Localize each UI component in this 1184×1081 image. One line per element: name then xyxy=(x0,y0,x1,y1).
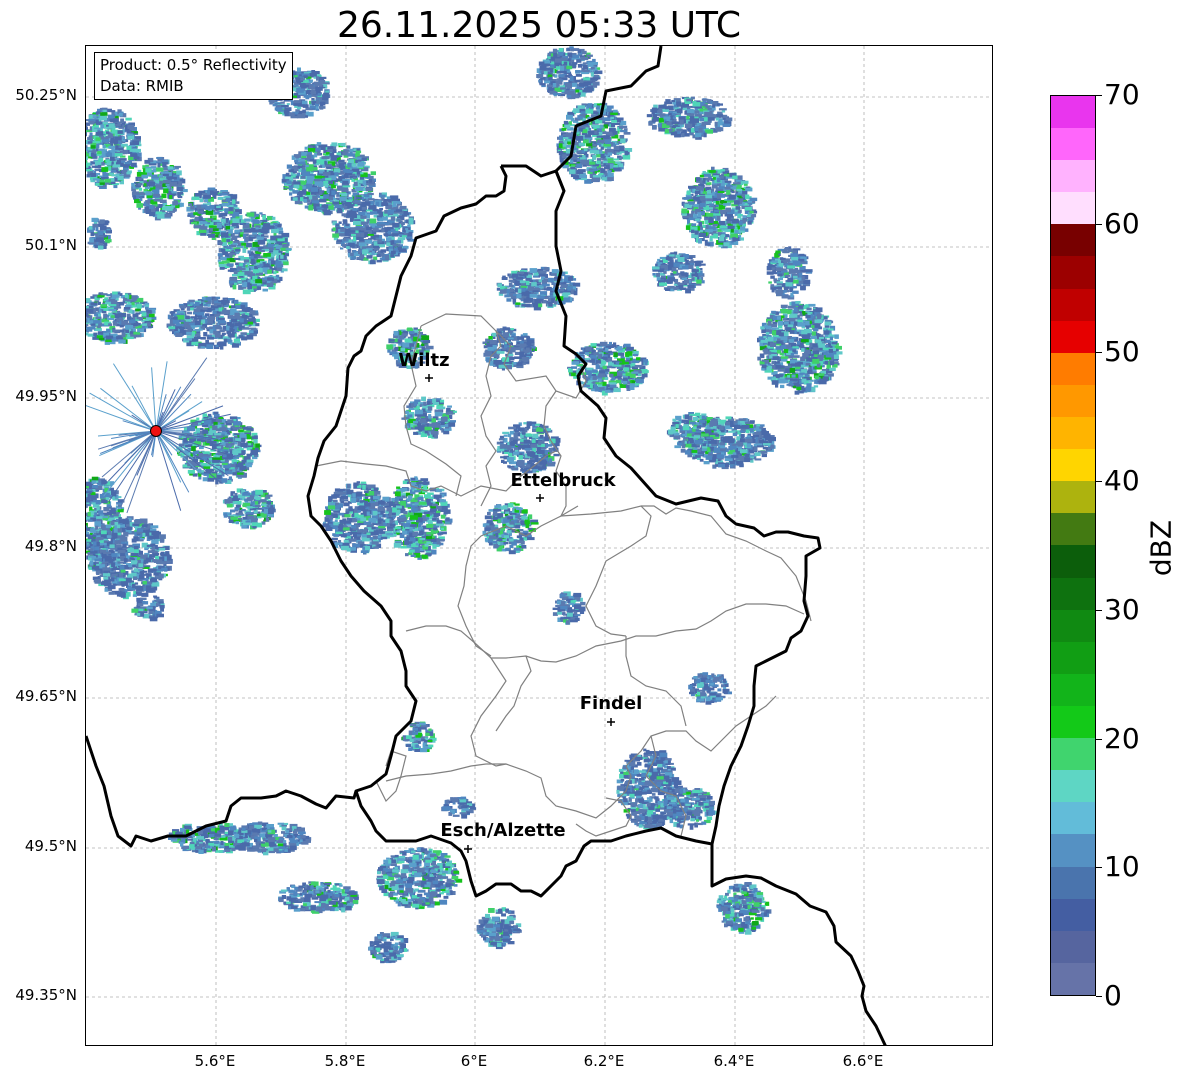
city-label-esch-alzette: Esch/Alzette xyxy=(440,820,566,841)
lat-label: 50.25°N xyxy=(15,86,77,104)
lon-label: 5.6°E xyxy=(194,1052,236,1070)
colorbar-segment xyxy=(1051,224,1095,257)
colorbar-segment xyxy=(1051,128,1095,161)
colorbar-segment xyxy=(1051,898,1095,931)
colorbar-tick: 20 xyxy=(1104,722,1140,755)
colorbar-segment xyxy=(1051,577,1095,610)
lat-label: 49.65°N xyxy=(15,687,77,705)
lon-label: 6°E xyxy=(460,1052,488,1070)
colorbar-segment xyxy=(1051,256,1095,289)
colorbar-tick: 60 xyxy=(1104,207,1140,240)
colorbar-segment xyxy=(1051,384,1095,418)
colorbar-tick: 30 xyxy=(1104,593,1140,626)
colorbar-tick: 50 xyxy=(1104,335,1140,368)
radar-map xyxy=(85,45,993,1046)
city-label-ettelbruck: Ettelbruck xyxy=(510,470,616,491)
colorbar-segment xyxy=(1051,770,1095,803)
radar-site-marker xyxy=(150,425,162,437)
colorbar-segment xyxy=(1051,641,1095,674)
colorbar-segment xyxy=(1051,706,1095,739)
colorbar-segment xyxy=(1051,513,1095,546)
lat-label: 49.5°N xyxy=(24,837,77,855)
colorbar-tick: 70 xyxy=(1104,78,1140,111)
colorbar-segment xyxy=(1051,866,1095,899)
colorbar-segment xyxy=(1051,192,1095,225)
colorbar-segment xyxy=(1051,95,1095,129)
colorbar-segment xyxy=(1051,320,1095,353)
city-label-wiltz: Wiltz xyxy=(398,350,450,371)
map-title: 26.11.2025 05:33 UTC xyxy=(336,5,742,46)
colorbar-segment xyxy=(1051,738,1095,771)
colorbar-segment xyxy=(1051,481,1095,514)
lon-label: 5.8°E xyxy=(324,1052,366,1070)
product-text: Product: 0.5° Reflectivity xyxy=(100,56,287,74)
colorbar-tick: 40 xyxy=(1104,464,1140,497)
colorbar-segment xyxy=(1051,288,1095,321)
colorbar xyxy=(1050,95,1096,996)
colorbar-segment xyxy=(1051,417,1095,450)
lon-label: 6.2°E xyxy=(583,1052,625,1070)
lat-label: 49.35°N xyxy=(15,986,77,1004)
colorbar-segment xyxy=(1051,962,1095,995)
colorbar-segment xyxy=(1051,673,1095,707)
colorbar-segment xyxy=(1051,352,1095,385)
lon-label: 6.6°E xyxy=(842,1052,884,1070)
product-info-box: Product: 0.5° Reflectivity Data: RMIB xyxy=(94,52,293,100)
colorbar-segment xyxy=(1051,834,1095,867)
colorbar-segment xyxy=(1051,449,1095,482)
colorbar-segment xyxy=(1051,545,1095,578)
colorbar-segment xyxy=(1051,802,1095,835)
colorbar-segment xyxy=(1051,160,1095,193)
colorbar-tick: 10 xyxy=(1104,850,1140,883)
colorbar-tick: 0 xyxy=(1104,979,1122,1012)
lat-label: 49.8°N xyxy=(24,537,77,555)
colorbar-segment xyxy=(1051,930,1095,963)
data-source-text: Data: RMIB xyxy=(100,77,184,95)
radar-map-canvas xyxy=(86,46,992,1045)
colorbar-label: dBZ xyxy=(1144,519,1178,577)
lat-label: 49.95°N xyxy=(15,387,77,405)
lat-label: 50.1°N xyxy=(24,236,77,254)
colorbar-segment xyxy=(1051,609,1095,642)
city-label-findel: Findel xyxy=(579,693,643,714)
lon-label: 6.4°E xyxy=(713,1052,755,1070)
